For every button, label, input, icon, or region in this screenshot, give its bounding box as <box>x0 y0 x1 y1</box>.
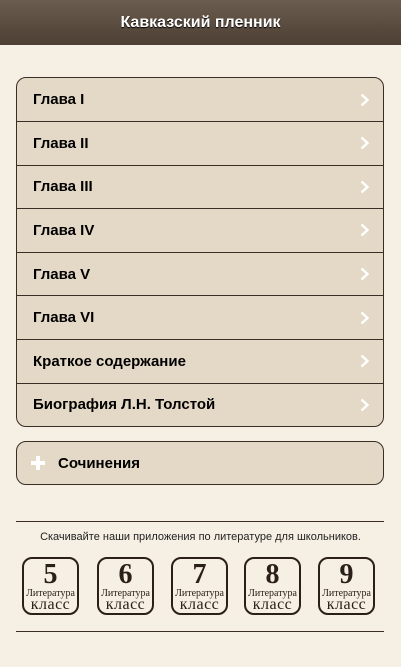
app-grade-word: класс <box>179 596 220 613</box>
list-item-summary[interactable]: Краткое содержание <box>17 338 383 383</box>
app-link-grade-5[interactable]: 5 Литература класс <box>22 557 79 615</box>
app-grade-number: 8 <box>265 559 280 590</box>
list-item-chapter-5[interactable]: Глава V <box>17 251 383 296</box>
app-grade-number: 7 <box>192 559 207 590</box>
top-bar: Кавказский пленник <box>0 0 401 45</box>
app-link-grade-6[interactable]: 6 Литература класс <box>97 557 154 615</box>
divider-bottom <box>16 631 384 632</box>
app-link-grade-9[interactable]: 9 Литература класс <box>318 557 375 615</box>
chapter-list: Глава I Глава II Глава III Глава IV Глав… <box>16 77 384 428</box>
list-item-chapter-4[interactable]: Глава IV <box>17 208 383 252</box>
chevron-right-icon <box>360 93 369 106</box>
app-grade-word: класс <box>105 596 146 613</box>
list-item-label: Глава II <box>33 134 89 152</box>
list-item-label: Краткое содержание <box>33 352 186 370</box>
essays-label: Сочинения <box>58 454 140 472</box>
app-grade-number: 5 <box>43 559 58 590</box>
chevron-right-icon <box>360 398 369 412</box>
list-item-chapter-6[interactable]: Глава VI <box>17 295 383 339</box>
list-item-label: Глава III <box>33 178 93 196</box>
list-item-label: Глава IV <box>33 221 95 239</box>
list-item-chapter-2[interactable]: Глава II <box>17 121 383 165</box>
list-item-label: Глава VI <box>33 309 95 327</box>
list-item-biography[interactable]: Биография Л.Н. Толстой <box>17 382 383 427</box>
chevron-right-icon <box>360 136 369 150</box>
promo-text: Скачивайте наши приложения по литературе… <box>40 531 361 543</box>
chevron-right-icon <box>360 354 369 368</box>
chevron-right-icon <box>360 267 369 281</box>
chevron-right-icon <box>360 180 369 194</box>
chevron-right-icon <box>360 311 369 325</box>
app-link-grade-7[interactable]: 7 Литература класс <box>171 557 228 615</box>
plus-icon <box>31 456 45 470</box>
list-item-chapter-3[interactable]: Глава III <box>17 164 383 209</box>
app-grade-word: класс <box>252 596 293 613</box>
app-grade-word: класс <box>30 596 71 613</box>
list-item-label: Биография Л.Н. Толстой <box>33 396 216 414</box>
chevron-right-icon <box>360 224 369 237</box>
app-grade-number: 6 <box>118 559 133 590</box>
essays-button[interactable]: Сочинения <box>16 441 384 485</box>
app-grade-number: 9 <box>339 559 354 590</box>
divider-top <box>16 521 384 522</box>
list-item-label: Глава I <box>33 91 85 108</box>
list-item-label: Глава V <box>33 265 91 283</box>
list-item-chapter-1[interactable]: Глава I <box>17 78 383 121</box>
app-links: 5 Литература класс 6 Литература класс 7 … <box>22 557 380 617</box>
app-grade-word: класс <box>326 596 367 613</box>
app-link-grade-8[interactable]: 8 Литература класс <box>244 557 301 615</box>
page-title: Кавказский пленник <box>120 13 281 31</box>
